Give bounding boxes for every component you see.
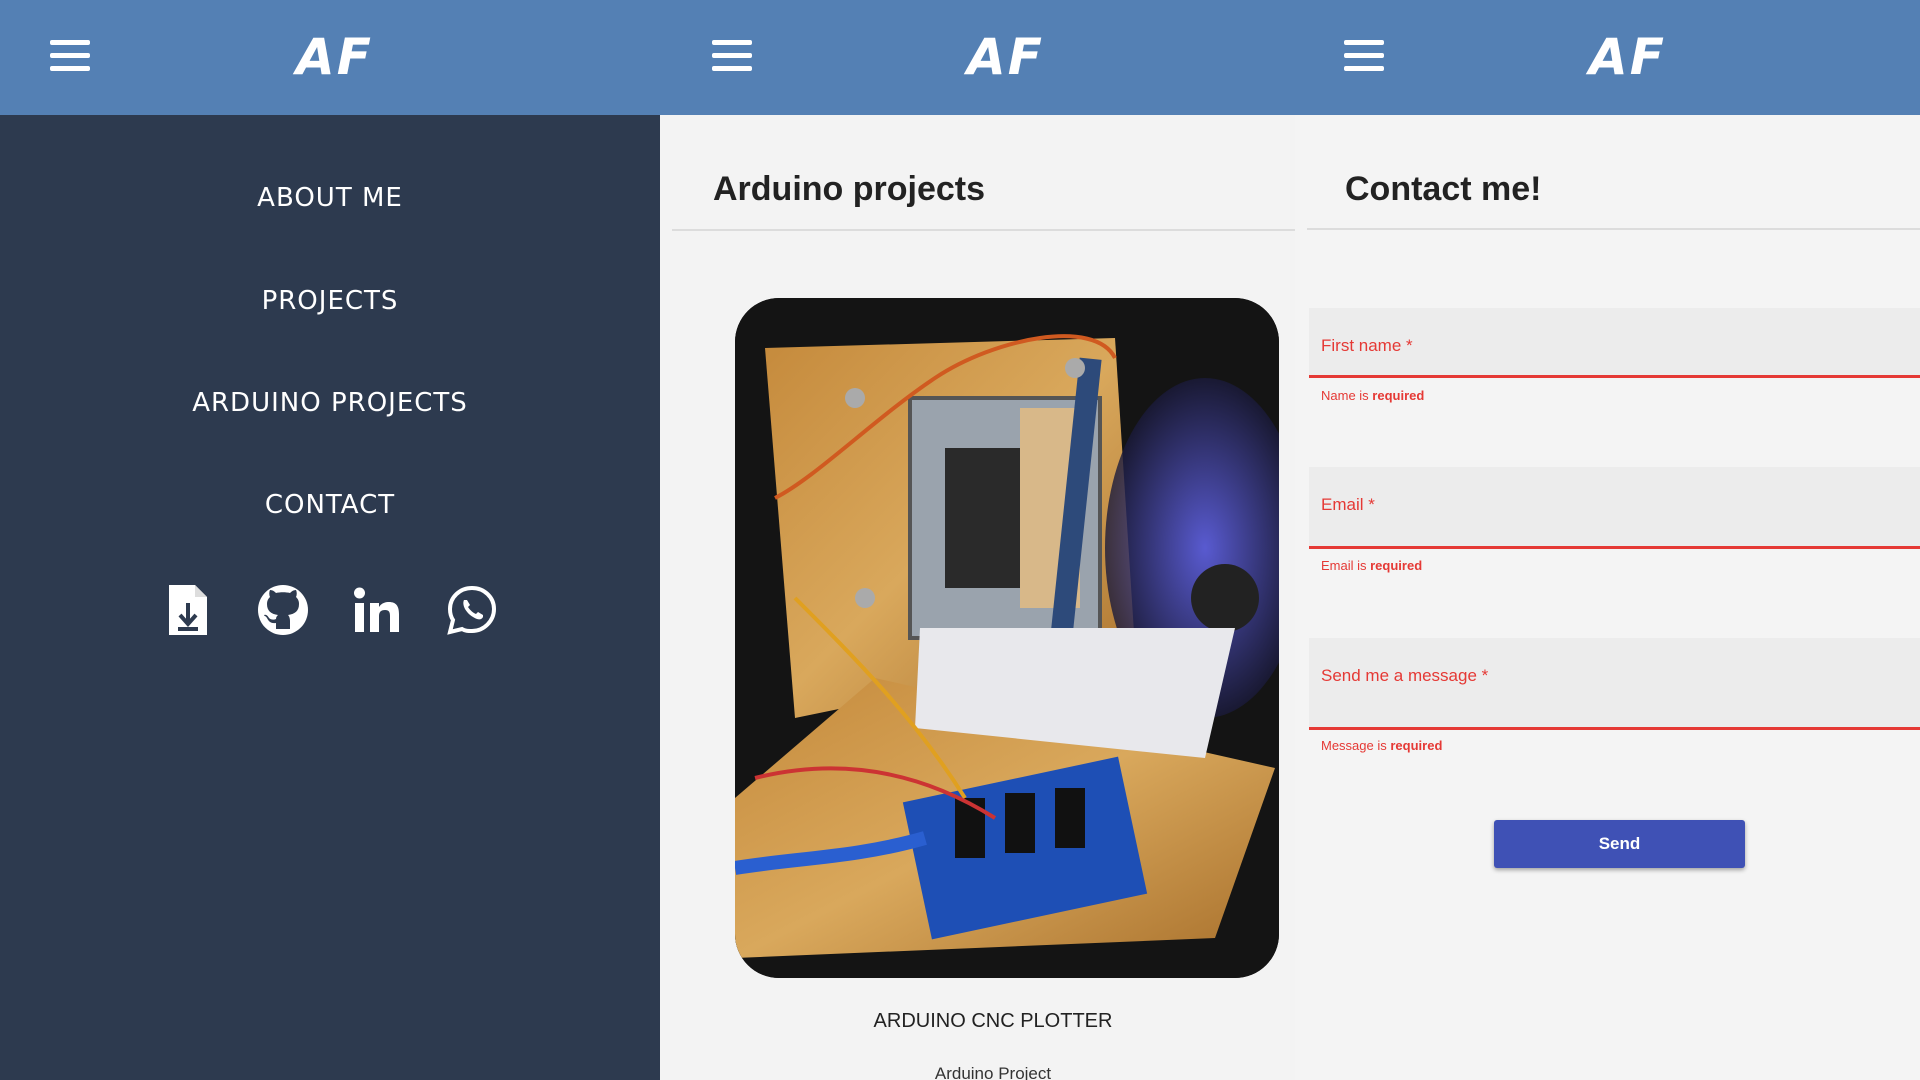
title-divider [1307,228,1920,230]
project-card-title[interactable]: ARDUINO CNC PLOTTER [648,1010,1338,1033]
projects-panel: AF Arduino projects ARDUINO CNC PLOTTER … [660,0,1295,1080]
email-error: Email is required [1321,558,1423,573]
logo[interactable]: AF [296,28,373,86]
page-title: Contact me! [1345,170,1542,208]
github-icon[interactable] [255,582,311,638]
menu-item-contact[interactable]: CONTACT [0,469,660,571]
side-menu-panel: AF ABOUT ME PROJECTS ARDUINO PROJECTS CO… [0,0,660,1080]
project-image[interactable] [735,298,1279,978]
header-bar: AF [660,0,1295,115]
first-name-field[interactable]: First name * [1309,308,1920,378]
message-error: Message is required [1321,738,1443,753]
logo[interactable]: AF [967,28,1044,86]
title-divider [672,229,1295,231]
menu-item-arduino-projects[interactable]: ARDUINO PROJECTS [0,367,660,469]
side-menu: ABOUT ME PROJECTS ARDUINO PROJECTS CONTA… [0,115,660,571]
whatsapp-icon[interactable] [444,582,500,638]
contact-panel: AF Contact me! First name * Name is requ… [1295,0,1920,1080]
first-name-error: Name is required [1321,388,1425,403]
message-label: Send me a message * [1321,666,1489,685]
app-root: AF ABOUT ME PROJECTS ARDUINO PROJECTS CO… [0,0,1920,1080]
download-file-icon[interactable] [160,582,216,638]
email-field[interactable]: Email * [1309,467,1920,549]
menu-item-about-me[interactable]: ABOUT ME [0,115,660,265]
linkedin-icon[interactable] [349,582,405,638]
logo[interactable]: AF [1589,28,1666,86]
header-bar: AF [0,0,660,115]
first-name-label: First name * [1321,336,1413,355]
project-card-subtitle: Arduino Project [934,1064,1052,1080]
email-label: Email * [1321,495,1375,514]
menu-item-projects[interactable]: PROJECTS [0,265,660,367]
hamburger-menu-icon[interactable] [50,40,90,74]
send-button[interactable]: Send [1494,820,1745,868]
hamburger-menu-icon[interactable] [712,40,752,74]
header-bar: AF [1295,0,1920,115]
hamburger-menu-icon[interactable] [1344,40,1384,74]
page-title: Arduino projects [713,170,986,208]
message-field[interactable]: Send me a message * [1309,638,1920,730]
social-links [160,580,500,640]
